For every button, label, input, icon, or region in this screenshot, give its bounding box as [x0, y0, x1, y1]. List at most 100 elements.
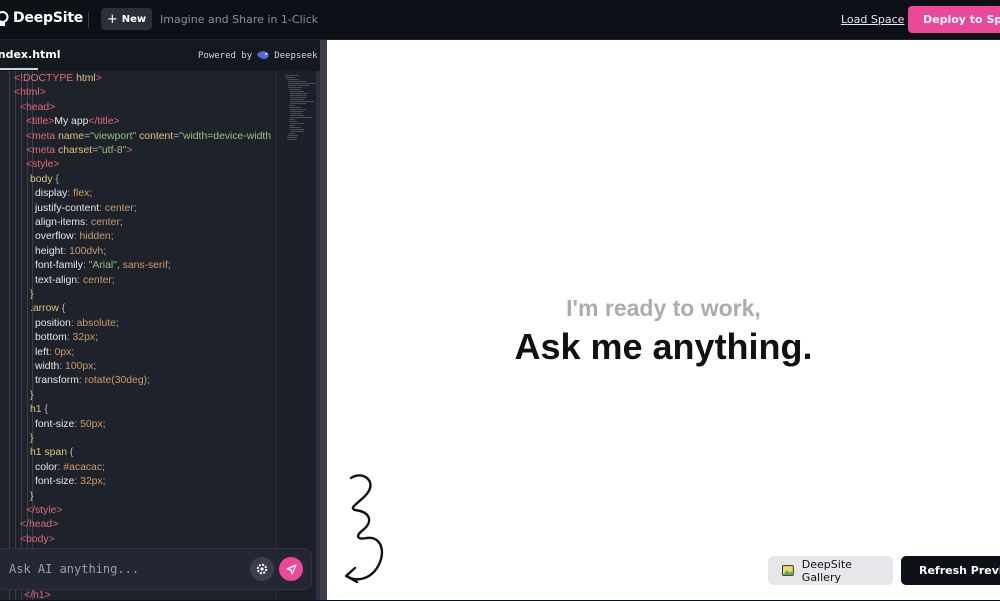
load-space-link[interactable]: Load Space — [841, 13, 904, 26]
minimap-line — [290, 115, 305, 116]
code-line-partial: </h1> — [24, 590, 51, 601]
minimap[interactable] — [276, 71, 320, 600]
minimap-line — [290, 97, 307, 98]
code-token: <!DOCTYPE — [14, 73, 77, 84]
code-token: charset — [58, 145, 93, 156]
file-tab[interactable]: index.html — [0, 48, 61, 61]
minimap-line — [290, 93, 309, 94]
deploy-button[interactable]: Deploy to Space — [908, 6, 1000, 33]
code-line: <meta name="viewport" content="width=dev… — [26, 130, 271, 144]
code-token: "utf-8" — [98, 145, 127, 156]
minimap-line — [288, 87, 302, 88]
code-token: <title> — [26, 116, 55, 128]
code-token: ; — [102, 461, 105, 473]
code-token: ; — [93, 361, 97, 372]
code-token: content — [139, 130, 174, 142]
code-token: ; — [71, 346, 75, 358]
image-icon — [782, 565, 794, 576]
code-token: } — [30, 433, 34, 444]
minimap-line — [290, 101, 315, 102]
gallery-button-label: DeepSite Gallery — [801, 557, 852, 584]
code-token: ; — [89, 188, 93, 200]
code-token: ; — [95, 332, 98, 344]
deepseek-whale-icon — [257, 51, 269, 59]
code-line: } — [30, 288, 33, 302]
code-token: bottom — [35, 332, 67, 344]
code-token: { — [61, 303, 66, 315]
code-token: <meta — [26, 145, 59, 156]
code-token: } — [30, 389, 34, 401]
minimap-line — [290, 111, 305, 112]
code-token: height — [35, 245, 64, 257]
code-token: </title> — [88, 116, 120, 128]
code-token: <html> — [14, 87, 46, 99]
code-token: 32px — [80, 476, 103, 488]
code-line: h1 { — [30, 403, 48, 417]
code-line: <title>My app</title> — [26, 115, 120, 129]
code-token: ; — [110, 231, 114, 243]
code-token: ; — [111, 274, 115, 286]
powered-by-label: Powered by — [198, 50, 253, 61]
code-token: center — [82, 274, 112, 286]
minimap-line — [288, 135, 298, 136]
code-token: <meta — [26, 130, 59, 142]
tagline: Imagine and Share in 1-Click — [160, 13, 319, 26]
pane-resize-handle[interactable] — [320, 40, 327, 600]
code-line: </style> — [26, 504, 62, 518]
code-token: ; — [147, 375, 150, 387]
send-button[interactable] — [279, 557, 303, 581]
minimap-line — [289, 119, 295, 120]
code-line: justify-content: center; — [35, 202, 137, 216]
minimap-line — [289, 121, 297, 122]
send-icon — [285, 563, 297, 575]
plus-icon: + — [106, 11, 118, 27]
editor-tab-bar: index.html Powered by Deepseek — [0, 40, 320, 72]
minimap-line — [285, 77, 295, 78]
code-token: position — [35, 317, 71, 329]
new-button[interactable]: + New — [101, 8, 152, 30]
code-token: absolute — [76, 317, 116, 329]
code-token: 0px — [54, 346, 72, 358]
code-token: center — [91, 217, 120, 228]
code-token: overflow — [35, 231, 74, 243]
code-token: justify-content — [35, 202, 100, 214]
code-area[interactable]: <!DOCTYPE html> <html> <head> <title>My app… — [0, 71, 276, 600]
minimap-line — [290, 113, 303, 114]
code-line: <html> — [14, 86, 46, 100]
minimap-line — [290, 109, 307, 110]
minimap-line — [290, 91, 305, 92]
refresh-preview-button[interactable]: Refresh Preview — [901, 556, 1000, 585]
preview-subtitle: I'm ready to work, — [566, 295, 761, 321]
minimap-line — [290, 131, 305, 132]
minimap-line — [289, 133, 295, 134]
code-token: text-align — [35, 274, 78, 286]
minimap-line — [288, 81, 306, 82]
code-token: h1 span — [30, 447, 70, 459]
ask-ai-input[interactable] — [9, 559, 229, 579]
code-line: font-size: 32px; — [35, 475, 106, 489]
code-token: { — [44, 404, 48, 416]
code-token: <head> — [20, 101, 56, 113]
header-divider — [88, 12, 89, 28]
deepsite-logo-icon — [0, 11, 9, 26]
code-line: </head> — [20, 518, 58, 532]
code-token: display — [35, 188, 68, 200]
minimap-line — [290, 117, 313, 118]
powered-by: Powered by Deepseek — [198, 50, 318, 61]
code-line: left: 0px; — [35, 346, 74, 360]
code-token: ; — [103, 245, 107, 257]
settings-button[interactable] — [250, 557, 274, 581]
code-token: flex — [73, 188, 90, 200]
minimap-line — [290, 129, 305, 130]
code-token: h1 — [30, 404, 45, 416]
code-token: ; — [167, 260, 171, 272]
code-line: <head> — [20, 101, 55, 115]
deepsite-gallery-button[interactable]: DeepSite Gallery — [768, 556, 893, 585]
code-token: 32px — [72, 332, 96, 344]
minimap-line — [290, 123, 305, 124]
code-token: .arrow — [30, 303, 62, 315]
code-token: "viewport" — [90, 130, 140, 142]
code-line: body { — [30, 173, 59, 187]
code-token: > — [95, 73, 102, 84]
top-bar: DeepSite + New Imagine and Share in 1-Cl… — [0, 0, 1000, 40]
